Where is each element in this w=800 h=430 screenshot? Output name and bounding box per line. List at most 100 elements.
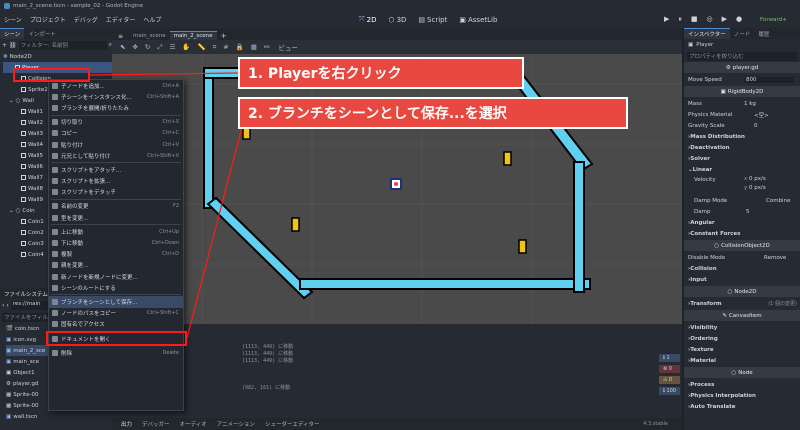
group-visibility[interactable]: › Visibility (684, 322, 800, 333)
group-mass-distribution[interactable]: › Mass Distribution (684, 131, 800, 142)
class-header-collisionobject[interactable]: ○ CollisionObject2D (684, 240, 800, 251)
group-transform[interactable]: › Transform (1 個の変更) (684, 298, 800, 309)
prop-mass[interactable]: Mass 1 kg (684, 98, 800, 109)
tab-inspector[interactable]: インスペクター (684, 28, 730, 39)
bottom-tab-debugger[interactable]: デバッガー (137, 420, 175, 428)
add-tab-icon[interactable]: + (217, 32, 231, 40)
property-filter-input[interactable]: プロパティを絞り込む (687, 52, 797, 61)
context-menu-item[interactable]: シーンのルートにする (49, 282, 183, 293)
filter-info-button[interactable]: ℹ 1 (658, 354, 680, 362)
coin[interactable] (518, 239, 527, 254)
filter-message-button[interactable]: ℹ 100 (658, 387, 680, 395)
bone-icon[interactable]: ⚯ (264, 43, 269, 51)
tab-import[interactable]: インポート (24, 29, 60, 39)
context-menu-item[interactable]: 新ノードを新規ノードに変更... (49, 271, 183, 282)
lock-icon[interactable]: 🔒 (236, 43, 244, 51)
context-menu-item[interactable]: 上に移動 Ctrl+Up (49, 226, 183, 237)
play-scene-icon[interactable]: ▶ (722, 15, 727, 24)
remote-debug-icon[interactable]: ◎ (707, 15, 713, 24)
list-tool-icon[interactable]: ☰ (170, 43, 176, 51)
group-texture[interactable]: › Texture (684, 344, 800, 355)
wall-left[interactable] (203, 77, 214, 209)
class-header-rigidbody[interactable]: ▣ RigidBody2D (684, 86, 800, 97)
group-linear[interactable]: ⌄ Linear (684, 164, 800, 175)
group-process[interactable]: › Process (684, 379, 800, 390)
group-constant-forces[interactable]: › Constant Forces (684, 228, 800, 239)
bottom-tab-output[interactable]: 出力 (116, 420, 137, 428)
prop-gravity-scale[interactable]: Gravity Scale 0 (684, 120, 800, 131)
back-icon[interactable]: ‹ (2, 302, 4, 309)
context-menu-item[interactable]: 名前の変更 F2 (49, 201, 183, 212)
context-menu-item[interactable]: 子シーンをインスタンス化... Ctrl+Shift+A (49, 91, 183, 102)
collapse-icon[interactable]: ⌄ (9, 208, 14, 214)
stop-icon[interactable]: ■ (691, 15, 698, 24)
context-menu-item[interactable]: コピー Ctrl+C (49, 128, 183, 139)
prop-damp-mode[interactable]: Damp Mode Combine (684, 195, 800, 206)
link-icon[interactable]: ⛓ (9, 42, 17, 49)
menu-scene[interactable]: シーン (0, 15, 26, 24)
wall-diag-left[interactable] (206, 196, 314, 300)
bottom-tab-animation[interactable]: アニメーション (212, 420, 260, 428)
context-menu-item[interactable]: ブランチをシーンとして保存... (49, 296, 183, 308)
context-menu-item[interactable]: 貼り付け Ctrl+V (49, 139, 183, 150)
context-menu-item[interactable]: 元兄として貼り付け Ctrl+Shift+V (49, 150, 183, 161)
editor-tab-main-scene[interactable]: main_scene (129, 32, 170, 40)
renderer-select[interactable]: Forward+ (760, 17, 787, 23)
tab-scene[interactable]: シーン (0, 28, 25, 39)
menu-project[interactable]: プロジェクト (26, 15, 70, 24)
group-angular[interactable]: › Angular (684, 217, 800, 228)
tree-root[interactable]: ✥ Node2D (3, 51, 112, 62)
forward-icon[interactable]: › (6, 302, 8, 309)
scene-filter-input[interactable]: フィルター: 名前別 (18, 40, 107, 50)
movie-icon[interactable]: ● (736, 15, 742, 24)
filter-error-button[interactable]: ⊗ 0 (658, 365, 680, 373)
scale-tool-icon[interactable]: ⤢ (157, 43, 162, 52)
group-material[interactable]: › Material (684, 355, 800, 366)
context-menu-item[interactable]: スクリプトを拡張... (49, 176, 183, 187)
bottom-tab-audio[interactable]: オーディオ (175, 420, 212, 428)
wall-bottom[interactable] (299, 278, 591, 290)
context-menu-item[interactable]: 型を変更... (49, 212, 183, 223)
ruler-tool-icon[interactable]: 📏 (197, 43, 205, 51)
context-menu-item[interactable]: 削除 Delete (49, 347, 183, 358)
group-auto-translate[interactable]: › Auto Translate (684, 401, 800, 412)
snap-icon[interactable]: ⌗ (213, 43, 217, 52)
tab-node[interactable]: ノード (730, 29, 755, 39)
workspace-script[interactable]: ▤ Script (414, 15, 451, 24)
file-item[interactable]: ▣ wall.tscn (6, 411, 112, 422)
context-menu-item[interactable]: 複製 Ctrl+D (49, 249, 183, 260)
bottom-tab-shader[interactable]: シェーダーエディター (260, 420, 325, 428)
wall-right[interactable] (573, 161, 585, 293)
script-header[interactable]: ⚙ player.gd (684, 62, 800, 73)
add-node-icon[interactable]: + (2, 42, 7, 49)
pause-icon[interactable]: ⏸ (678, 15, 682, 24)
context-menu-item[interactable]: スクリプトをデタッチ (49, 187, 183, 198)
group-icon[interactable]: ▦ (251, 43, 257, 51)
velocity-x[interactable]: x 0 px/s (744, 176, 766, 182)
filter-warning-button[interactable]: ⚠ 0 (658, 376, 680, 384)
class-header-node[interactable]: ○ Node (684, 367, 800, 378)
coin[interactable] (503, 151, 512, 166)
prop-velocity[interactable]: Velocity x 0 px/s y 0 px/s (684, 175, 800, 195)
play-icon[interactable]: ▶ (664, 15, 669, 24)
group-ordering[interactable]: › Ordering (684, 333, 800, 344)
view-menu[interactable]: ビュー (278, 42, 298, 52)
prop-disable-mode[interactable]: Disable Mode Remove (684, 252, 800, 263)
pan-tool-icon[interactable]: ✋ (182, 43, 190, 51)
grid-icon[interactable]: # (223, 43, 228, 51)
tab-bar-menu-icon[interactable]: ≡ (118, 33, 123, 40)
coin[interactable] (291, 217, 300, 232)
context-menu-item[interactable]: 固有名でアクセス (49, 319, 183, 330)
menu-editor[interactable]: エディター (102, 15, 140, 24)
group-physics-interpolation[interactable]: › Physics Interpolation (684, 390, 800, 401)
context-menu-item[interactable]: ノードのパスをコピー Ctrl+Shift+C (49, 308, 183, 319)
player-sprite[interactable] (390, 178, 402, 190)
rotate-tool-icon[interactable]: ↻ (145, 43, 150, 51)
workspace-2d[interactable]: ⤧ 2D (355, 15, 380, 24)
collapse-icon[interactable]: ⌄ (9, 98, 14, 104)
group-collision[interactable]: › Collision (684, 263, 800, 274)
prop-damp[interactable]: Damp 5 (684, 206, 800, 217)
menu-help[interactable]: ヘルプ (139, 15, 165, 24)
viewport[interactable] (112, 54, 682, 324)
editor-tab-main2-scene[interactable]: main_2_scene (169, 31, 217, 40)
